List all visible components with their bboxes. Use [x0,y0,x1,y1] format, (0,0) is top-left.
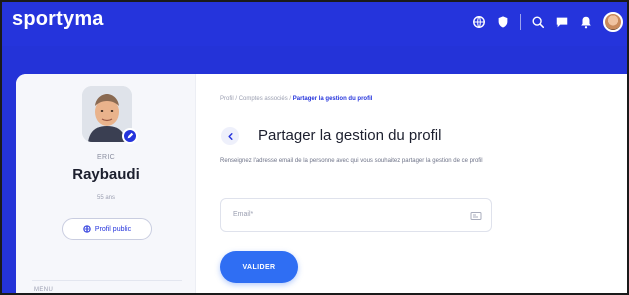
email-placeholder: Email* [233,211,254,218]
back-button[interactable] [221,127,239,145]
app-logo[interactable]: sportyma [12,8,104,31]
profile-last-name: Raybaudi [72,166,140,183]
breadcrumb: Profil / Comptes associés / Partager la … [220,96,372,102]
page-description: Renseignez l'adresse email de la personn… [220,158,483,164]
page-title: Partager la gestion du profil [258,127,442,144]
top-bar-actions [472,11,623,33]
email-field[interactable]: Email* [220,198,492,232]
globe-icon[interactable] [472,15,486,29]
top-bar-separator [520,14,521,30]
arrow-left-icon [227,132,233,140]
public-profile-label: Profil public [94,225,132,233]
top-bar: sportyma [2,2,627,46]
edit-photo-button[interactable] [122,128,138,144]
user-avatar[interactable] [603,12,623,32]
profile-sidebar: ERIC Raybaudi 55 ans Profil public MENU [16,74,196,293]
globe-icon [83,225,91,233]
bell-icon[interactable] [579,15,593,29]
sidebar-section-label: MENU [34,287,54,293]
profile-age: 55 ans [96,195,115,201]
public-profile-button[interactable]: Profil public [62,218,152,240]
breadcrumb-item-profile[interactable]: Profil [220,96,234,102]
breadcrumb-item-linked-accounts[interactable]: Comptes associés [239,96,288,102]
submit-button-label: VALIDER [242,263,276,271]
profile-avatar [82,86,138,144]
email-card-icon [470,209,482,221]
shield-icon[interactable] [496,15,510,29]
submit-button[interactable]: VALIDER [220,251,298,283]
app-window: sportyma ERIC Raybaudi 55 ans Profil pub… [0,0,629,295]
chat-icon[interactable] [555,15,569,29]
profile-first-name: ERIC [97,154,115,161]
sidebar-divider [32,280,182,281]
breadcrumb-item-current: Partager la gestion du profil [292,96,373,102]
search-icon[interactable] [531,15,545,29]
header-band [2,46,627,74]
